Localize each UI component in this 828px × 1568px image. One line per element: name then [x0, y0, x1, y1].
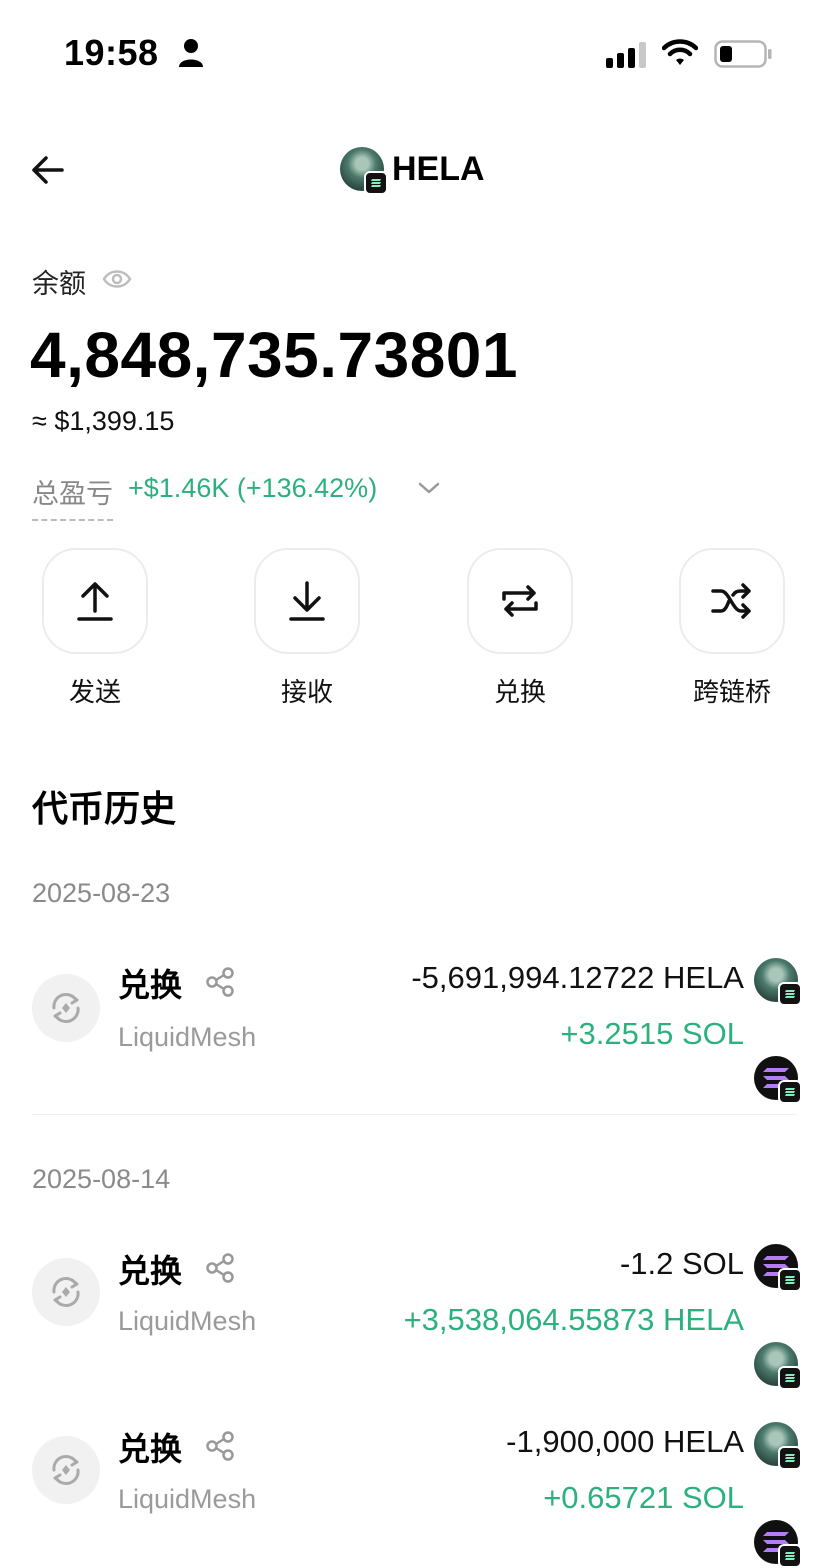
swap-button[interactable] — [467, 548, 573, 654]
swap-icon — [502, 585, 538, 617]
solana-chain-badge-icon — [778, 1366, 802, 1390]
bridge-action[interactable]: 跨链桥 — [679, 548, 785, 709]
eye-icon[interactable] — [102, 267, 132, 291]
total-pnl-label[interactable]: 总盈亏 — [32, 472, 113, 521]
amount-in: +3,538,064.55873 HELA — [403, 1302, 744, 1337]
sol-token-icon — [754, 1056, 802, 1104]
swap-transaction-icon — [32, 1258, 100, 1326]
history-row[interactable]: 兑换 LiquidMesh -5,691,994.12722 HELA +3.2… — [0, 950, 828, 1104]
swap-label: 兑换 — [493, 677, 546, 707]
hela-token-icon — [754, 1422, 802, 1470]
send-button[interactable] — [42, 548, 148, 654]
transaction-source: LiquidMesh — [118, 1484, 257, 1514]
transaction-source: LiquidMesh — [118, 1022, 257, 1052]
amount-in: +0.65721 SOL — [543, 1480, 744, 1515]
history-date: 2025-08-14 — [32, 1164, 171, 1194]
swap-transaction-icon — [32, 1436, 100, 1504]
battery-icon — [714, 40, 772, 68]
wifi-icon — [662, 39, 698, 65]
solana-chain-badge-icon — [778, 1080, 802, 1104]
bridge-label: 跨链桥 — [692, 677, 771, 707]
token-header: HELA — [340, 146, 485, 195]
hela-token-icon — [754, 958, 802, 1006]
transaction-type: 兑换 — [118, 1431, 183, 1467]
transaction-type: 兑换 — [118, 967, 183, 1003]
balance-usd: ≈ $1,399.15 — [32, 406, 175, 436]
history-date: 2025-08-23 — [32, 878, 171, 908]
bridge-button[interactable] — [679, 548, 785, 654]
receive-button[interactable] — [254, 548, 360, 654]
solana-chain-badge-icon — [778, 982, 802, 1006]
history-row[interactable]: 兑换 LiquidMesh -1.2 SOL +3,538,064.55873 … — [0, 1236, 828, 1390]
swap-action[interactable]: 兑换 — [467, 548, 573, 709]
share-icon[interactable] — [204, 1430, 236, 1462]
balance-amount: 4,848,735.73801 — [30, 319, 518, 391]
total-pnl-value: +$1.46K (+136.42%) — [128, 473, 378, 503]
amount-out: -1.2 SOL — [619, 1246, 744, 1281]
swap-transaction-icon — [32, 974, 100, 1042]
share-icon[interactable] — [204, 1252, 236, 1284]
upload-icon — [77, 582, 113, 621]
transaction-type: 兑换 — [118, 1253, 183, 1289]
solana-chain-badge-icon — [778, 1446, 802, 1470]
solana-chain-badge-icon — [778, 1268, 802, 1292]
send-action[interactable]: 发送 — [42, 548, 148, 709]
amount-out: -5,691,994.12722 HELA — [411, 960, 744, 995]
hela-token-icon — [754, 1342, 802, 1390]
solana-chain-badge-icon — [364, 171, 388, 195]
hela-token-icon — [340, 147, 388, 195]
transaction-source: LiquidMesh — [118, 1306, 257, 1336]
amount-out: -1,900,000 HELA — [506, 1424, 744, 1459]
divider — [32, 1114, 796, 1115]
amount-in: +3.2515 SOL — [560, 1016, 744, 1051]
back-arrow-icon[interactable] — [28, 150, 68, 190]
page-title: HELA — [392, 149, 485, 188]
cellular-signal-icon — [606, 42, 646, 68]
download-icon — [289, 581, 325, 621]
share-icon[interactable] — [204, 966, 236, 998]
person-icon — [179, 39, 203, 67]
shuffle-icon — [711, 583, 751, 619]
balance-label: 余额 — [32, 269, 86, 299]
sol-token-icon — [754, 1520, 802, 1568]
history-row[interactable]: 兑换 LiquidMesh -1,900,000 HELA +0.65721 S… — [0, 1414, 828, 1568]
receive-label: 接收 — [280, 677, 333, 707]
send-label: 发送 — [68, 677, 121, 707]
token-history-title: 代币历史 — [32, 788, 177, 829]
receive-action[interactable]: 接收 — [254, 548, 360, 709]
solana-chain-badge-icon — [778, 1544, 802, 1568]
status-time: 19:58 — [64, 32, 159, 73]
chevron-down-icon[interactable] — [416, 478, 442, 498]
sol-token-icon — [754, 1244, 802, 1292]
